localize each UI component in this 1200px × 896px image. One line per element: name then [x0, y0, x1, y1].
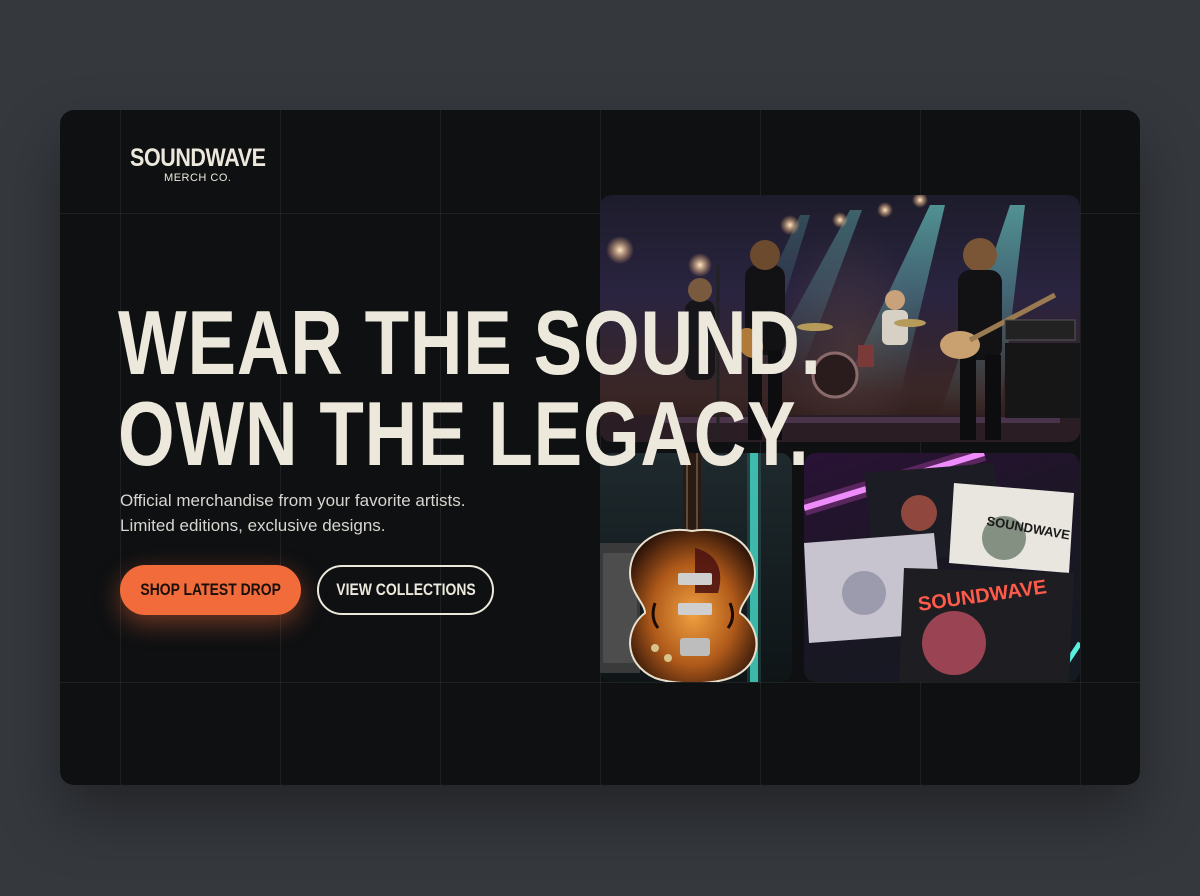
guitar-illustration [600, 453, 761, 682]
grid-line [60, 682, 1140, 683]
brand-subtitle: MERCH CO. [164, 172, 232, 184]
brand-name: SOUNDWAVE [130, 144, 266, 172]
headline-line-1: WEAR THE SOUND. [118, 293, 822, 394]
grid-line [1080, 110, 1081, 785]
brand-logo[interactable]: SOUNDWAVE MERCH CO. [119, 144, 277, 184]
merch-shirts-photo: SOUNDWAVE SOUNDWAVE [804, 453, 1080, 682]
hero-headline: WEAR THE SOUND. OWN THE LEGACY. [118, 298, 822, 480]
view-collections-button[interactable]: VIEW COLLECTIONS [317, 565, 494, 615]
headline-line-2: OWN THE LEGACY. [118, 384, 810, 485]
description-line-2: Limited editions, exclusive designs. [120, 516, 386, 535]
guitar-photo [600, 453, 792, 682]
view-collections-label: VIEW COLLECTIONS [335, 580, 476, 599]
shop-latest-drop-label: SHOP LATEST DROP [140, 580, 281, 599]
shirts-illustration: SOUNDWAVE SOUNDWAVE [804, 453, 1080, 682]
description-line-1: Official merchandise from your favorite … [120, 491, 466, 510]
hero-description: Official merchandise from your favorite … [120, 488, 540, 538]
hero-card: SOUNDWAVE MERCH CO. SOUNDWAVE SOUNDWAVE … [60, 110, 1140, 785]
shop-latest-drop-button[interactable]: SHOP LATEST DROP [120, 565, 301, 615]
